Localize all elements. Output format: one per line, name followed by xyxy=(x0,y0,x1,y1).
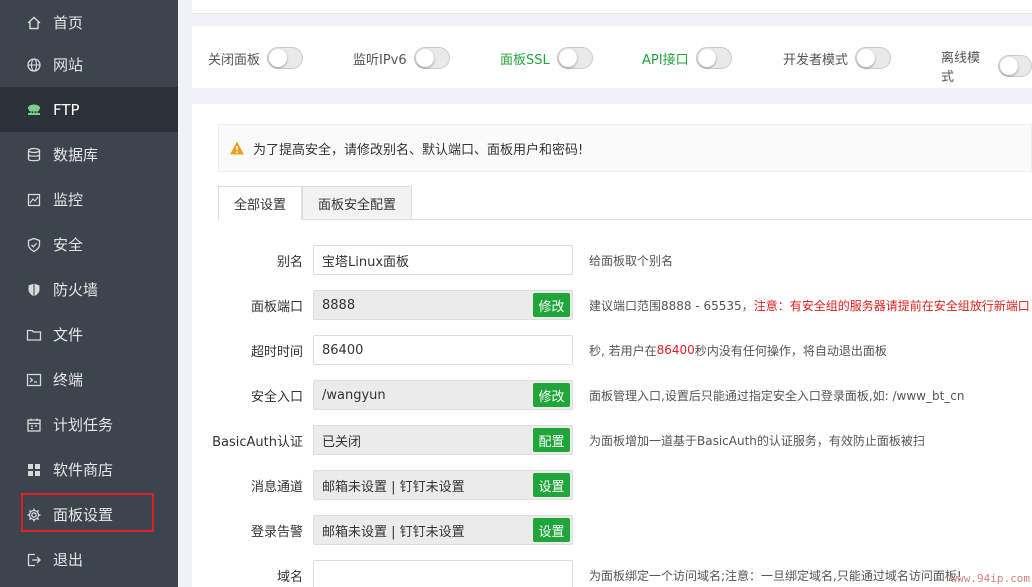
switch[interactable] xyxy=(695,47,732,69)
sidebar-item-files[interactable]: 文件 xyxy=(0,312,178,357)
row-message-channel: 消息通道 邮箱未设置 | 钉钉未设置 设置 xyxy=(192,470,1032,500)
timeout-input[interactable]: 86400 xyxy=(313,335,573,365)
logout-icon xyxy=(24,550,44,570)
domain-label: 域名 xyxy=(276,569,303,585)
folder-icon xyxy=(24,325,44,345)
domain-desc: 为面板绑定一个访问域名;注意：一旦绑定域名,只能通过域名访问面板! xyxy=(589,568,962,583)
switch[interactable] xyxy=(556,47,593,69)
port-desc: 建议端口范围8888 - 65535， 注意：有安全组的服务器请提前在安全组放行新… xyxy=(589,298,1030,313)
sidebar-item-ftp[interactable]: FTP xyxy=(0,87,178,132)
row-login-alert: 登录告警 邮箱未设置 | 钉钉未设置 设置 xyxy=(192,515,1032,545)
sidebar-item-store[interactable]: 软件商店 xyxy=(0,447,178,492)
row-port: 面板端口 8888 修改 建议端口范围8888 - 65535， 注意：有安全组的… xyxy=(192,290,1032,320)
basicauth-desc: 为面板增加一道基于BasicAuth的认证服务，有效防止面板被扫 xyxy=(589,433,925,448)
shield-icon xyxy=(24,280,44,300)
sidebar-item-label: 软件商店 xyxy=(53,461,114,479)
switch[interactable] xyxy=(997,55,1032,77)
globe-icon xyxy=(24,55,44,75)
home-icon xyxy=(24,13,44,33)
sidebar-item-security[interactable]: 安全 xyxy=(0,222,178,267)
port-modify-button[interactable]: 修改 xyxy=(533,293,570,317)
message-label: 消息通道 xyxy=(250,479,303,495)
sidebar-item-label: 首页 xyxy=(53,14,84,32)
shield-check-icon xyxy=(24,235,44,255)
sidebar-item-label: 监控 xyxy=(53,191,84,209)
toggle-offline-mode[interactable]: 离线模式 xyxy=(941,47,1032,85)
sidebar-item-database[interactable]: 数据库 xyxy=(0,132,178,177)
settings-panel: 为了提高安全，请修改别名、默认端口、面板用户和密码! 全部设置 面板安全配置 别… xyxy=(192,104,1032,587)
port-label: 面板端口 xyxy=(250,299,303,315)
sidebar-item-label: 计划任务 xyxy=(53,416,114,434)
row-basicauth: BasicAuth认证 已关闭 配置 为面板增加一道基于BasicAuth的认证… xyxy=(192,425,1032,455)
switch[interactable] xyxy=(267,47,304,69)
login-alert-label: 登录告警 xyxy=(250,524,303,540)
sidebar-item-label: 文件 xyxy=(53,326,84,344)
calendar-icon xyxy=(24,415,44,435)
login-alert-set-button[interactable]: 设置 xyxy=(533,518,570,542)
watermark: www.94ip.com xyxy=(950,572,1030,585)
settings-tabs: 全部设置 面板安全配置 xyxy=(218,186,1032,220)
sidebar: 首页 网站 FTP 数据库 监控 安全 防火墙 文件 终端 计划任务 软件商店 xyxy=(0,0,178,587)
toggle-ipv6[interactable]: 监听IPv6 xyxy=(353,47,450,69)
tab-panel-security[interactable]: 面板安全配置 xyxy=(302,186,413,220)
sidebar-item-label: FTP xyxy=(53,100,80,119)
tab-all-settings[interactable]: 全部设置 xyxy=(218,186,303,220)
message-set-button[interactable]: 设置 xyxy=(533,473,570,497)
sidebar-item-label: 数据库 xyxy=(53,146,99,164)
warning-icon xyxy=(230,141,244,155)
sidebar-item-label: 终端 xyxy=(53,371,84,389)
alias-input[interactable]: 宝塔Linux面板 xyxy=(313,245,573,275)
toggle-dev-mode[interactable]: 开发者模式 xyxy=(783,47,892,69)
sidebar-item-label: 网站 xyxy=(53,56,84,74)
toggle-api[interactable]: API接口 xyxy=(642,47,732,69)
top-panel xyxy=(192,0,1032,14)
basicauth-label: BasicAuth认证 xyxy=(212,434,303,450)
security-alert: 为了提高安全，请修改别名、默认端口、面板用户和密码! xyxy=(218,124,1032,172)
sidebar-item-cron[interactable]: 计划任务 xyxy=(0,402,178,447)
apps-icon xyxy=(24,460,44,480)
toggle-bar: 关闭面板 监听IPv6 面板SSL API接口 开发者模式 离线模式 xyxy=(192,26,1032,88)
sidebar-item-firewall[interactable]: 防火墙 xyxy=(0,267,178,312)
toggle-close-panel[interactable]: 关闭面板 xyxy=(208,47,304,69)
alias-label: 别名 xyxy=(276,254,303,270)
switch[interactable] xyxy=(855,47,892,69)
main-content: 关闭面板 监听IPv6 面板SSL API接口 开发者模式 离线模式 为了提高安… xyxy=(178,0,1032,587)
highlight-box xyxy=(21,493,154,532)
toggle-ssl[interactable]: 面板SSL xyxy=(500,47,593,69)
entry-label: 安全入口 xyxy=(250,389,303,405)
entry-modify-button[interactable]: 修改 xyxy=(533,383,570,407)
timeout-label: 超时时间 xyxy=(250,344,303,360)
ftp-icon xyxy=(24,100,44,120)
row-alias: 别名 宝塔Linux面板 给面板取个别名 xyxy=(192,245,1032,275)
sidebar-item-monitor[interactable]: 监控 xyxy=(0,177,178,222)
sidebar-item-label: 防火墙 xyxy=(53,281,99,299)
sidebar-item-logout[interactable]: 退出 xyxy=(0,537,178,582)
row-timeout: 超时时间 86400 秒, 若用户在 86400 秒内没有任何操作，将自动退出面板 xyxy=(192,335,1032,365)
row-security-entry: 安全入口 /wangyun 修改 面板管理入口,设置后只能通过指定安全入口登录面… xyxy=(192,380,1032,410)
database-icon xyxy=(24,145,44,165)
entry-desc: 面板管理入口,设置后只能通过指定安全入口登录面板,如: /www_bt_cn xyxy=(589,388,965,403)
alert-text: 为了提高安全，请修改别名、默认端口、面板用户和密码! xyxy=(253,142,584,158)
basicauth-config-button[interactable]: 配置 xyxy=(533,428,570,452)
switch[interactable] xyxy=(413,47,450,69)
sidebar-item-terminal[interactable]: 终端 xyxy=(0,357,178,402)
alias-desc: 给面板取个别名 xyxy=(589,253,674,268)
domain-input[interactable] xyxy=(313,560,573,587)
terminal-icon xyxy=(24,370,44,390)
sidebar-item-website[interactable]: 网站 xyxy=(0,42,178,87)
timeout-desc: 秒, 若用户在 86400 秒内没有任何操作，将自动退出面板 xyxy=(589,343,887,358)
sidebar-item-home[interactable]: 首页 xyxy=(0,0,178,45)
sidebar-item-label: 退出 xyxy=(53,551,84,569)
row-domain: 域名 为面板绑定一个访问域名;注意：一旦绑定域名,只能通过域名访问面板! xyxy=(192,560,1032,587)
sidebar-item-label: 安全 xyxy=(53,236,84,254)
monitor-icon xyxy=(24,190,44,210)
